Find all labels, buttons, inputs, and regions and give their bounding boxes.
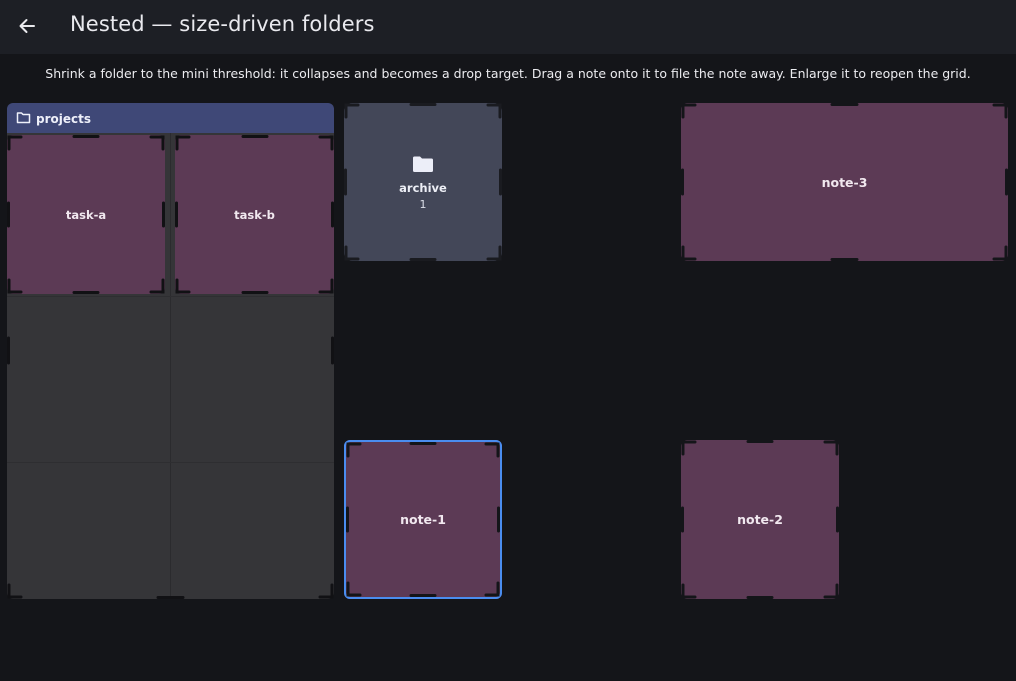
grid-line xyxy=(170,132,171,599)
folder-name: archive xyxy=(399,181,447,195)
note-2[interactable]: note-2 xyxy=(681,440,839,599)
grid-line xyxy=(7,462,334,463)
folder-filled-icon xyxy=(413,156,433,172)
note-1[interactable]: note-1 xyxy=(344,440,502,599)
folder-outline-icon xyxy=(16,112,31,124)
item-count: 1 xyxy=(419,198,427,211)
folder-header[interactable]: projects xyxy=(7,103,334,133)
note-task-b[interactable]: task-b xyxy=(175,135,334,294)
note-label: task-a xyxy=(65,207,107,222)
canvas: projects task-a task-b archive 1 note-3 … xyxy=(0,0,1016,681)
note-label: note-2 xyxy=(737,512,783,527)
note-label: task-b xyxy=(234,207,275,222)
note-task-a[interactable]: task-a xyxy=(7,135,165,294)
note-3[interactable]: note-3 xyxy=(681,103,1008,261)
folder-name: projects xyxy=(36,112,91,126)
note-label: note-3 xyxy=(821,174,868,190)
folder-projects[interactable]: projects task-a task-b xyxy=(7,103,334,599)
note-label: note-1 xyxy=(400,512,446,527)
folder-archive-mini[interactable]: archive 1 xyxy=(344,103,502,261)
grid-line xyxy=(7,296,334,297)
